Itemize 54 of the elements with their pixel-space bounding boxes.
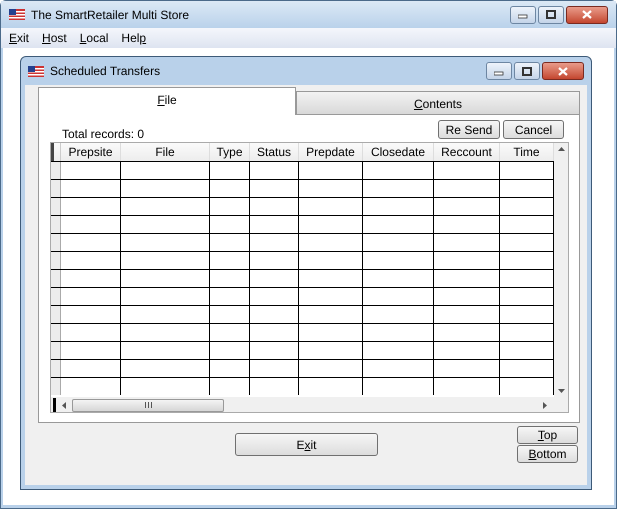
grip-icon [144, 402, 152, 408]
row-header[interactable] [51, 288, 61, 305]
horizontal-scrollbar[interactable] [51, 397, 568, 412]
close-button[interactable] [566, 6, 608, 24]
down-arrow-icon[interactable] [558, 389, 564, 393]
maximize-button[interactable] [538, 6, 564, 24]
tab[interactable]: File [38, 87, 296, 115]
row-header[interactable] [51, 180, 61, 197]
flag-icon [28, 66, 44, 76]
right-arrow-icon[interactable] [543, 402, 547, 408]
nav-button[interactable]: Top [517, 426, 578, 444]
row-header[interactable] [51, 306, 61, 323]
scrollbar-thumb[interactable] [72, 398, 224, 412]
action-button[interactable]: Re Send [438, 120, 500, 139]
up-arrow-icon[interactable] [558, 147, 564, 151]
column-header[interactable]: Prepsite [61, 143, 121, 161]
tab[interactable]: Contents [296, 91, 580, 115]
row-header[interactable] [51, 162, 61, 179]
maximize-button[interactable] [514, 62, 540, 80]
column-header[interactable]: Closedate [363, 143, 434, 161]
menu-item[interactable]: Help [121, 29, 146, 47]
menu-item[interactable]: Local [80, 29, 108, 47]
menu-item[interactable]: Exit [9, 29, 30, 47]
flag-icon [9, 9, 25, 20]
minimize-button[interactable] [486, 62, 512, 80]
action-button[interactable]: Cancel [503, 120, 564, 139]
column-header[interactable]: Type [210, 143, 250, 161]
column-header[interactable]: File [121, 143, 210, 161]
menu-item[interactable]: Host [42, 29, 67, 47]
maximize-icon [546, 10, 556, 19]
record-count: Total records: 0 [62, 126, 144, 143]
exit-button[interactable]: Exit [235, 433, 378, 456]
left-arrow-icon[interactable] [62, 402, 66, 408]
row-header[interactable] [51, 198, 61, 215]
window-title: Scheduled Transfers [50, 63, 160, 80]
row-header[interactable] [51, 378, 61, 395]
close-button[interactable] [542, 62, 584, 80]
row-header[interactable] [51, 342, 61, 359]
row-header[interactable] [51, 360, 61, 377]
row-header[interactable] [51, 216, 61, 233]
maximize-icon [522, 66, 532, 76]
row-header[interactable] [51, 324, 61, 341]
column-header[interactable]: Status [250, 143, 299, 161]
column-header[interactable]: Prepdate [299, 143, 363, 161]
column-header[interactable]: Reccount [434, 143, 500, 161]
nav-button[interactable]: Bottom [517, 445, 578, 463]
row-header[interactable] [51, 252, 61, 269]
row-header[interactable] [51, 234, 61, 251]
vertical-scrollbar[interactable] [554, 143, 568, 397]
close-icon [558, 66, 568, 76]
window-title: The SmartRetailer Multi Store [31, 6, 190, 24]
row-header[interactable] [51, 270, 61, 287]
close-icon [582, 10, 592, 19]
minimize-button[interactable] [510, 6, 536, 24]
